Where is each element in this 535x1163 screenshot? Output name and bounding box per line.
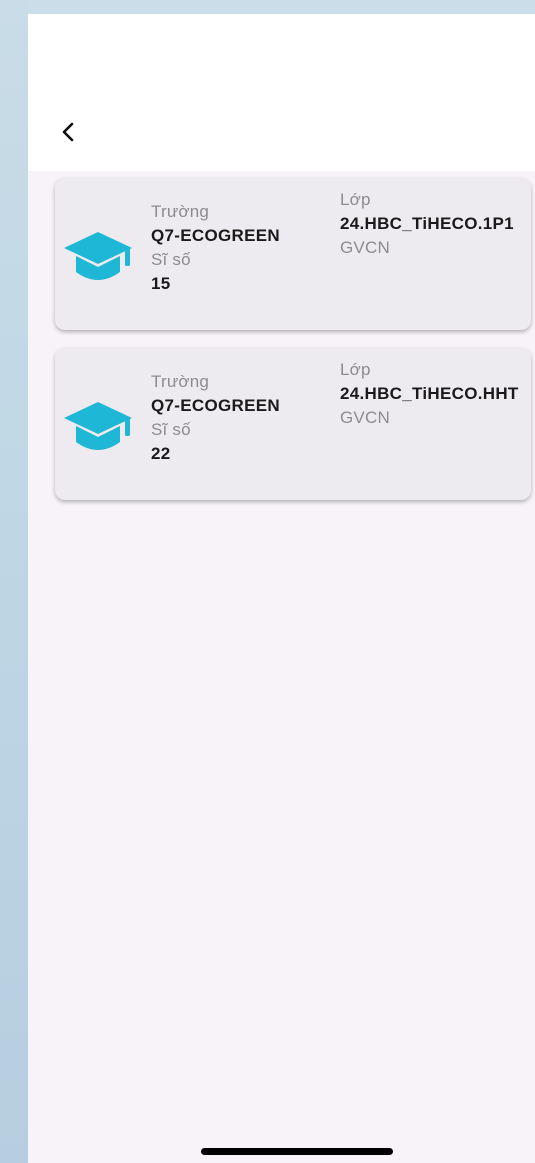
school-info: Trường Q7-ECOGREEN Sĩ số 22: [151, 370, 321, 466]
school-info: Trường Q7-ECOGREEN Sĩ số 15: [151, 200, 321, 296]
school-label: Trường: [151, 372, 210, 391]
class-value: 24.HBC_TiHECO.1P1: [340, 214, 514, 233]
school-value: Q7-ECOGREEN: [151, 396, 280, 415]
class-info: Lớp 24.HBC_TiHECO.1P1 GVCN: [340, 188, 530, 260]
back-button[interactable]: [50, 114, 86, 150]
school-label: Trường: [151, 202, 210, 221]
homeroom-teacher-label: GVCN: [340, 408, 390, 427]
class-size-label: Sĩ số: [151, 420, 191, 439]
app-bar: [28, 14, 535, 171]
class-card[interactable]: Trường Q7-ECOGREEN Sĩ số 22 Lớp 24.HBC_T…: [55, 348, 531, 500]
class-value: 24.HBC_TiHECO.HHT: [340, 384, 519, 403]
class-info: Lớp 24.HBC_TiHECO.HHT GVCN: [340, 358, 530, 430]
home-indicator[interactable]: [201, 1148, 393, 1155]
class-size-value: 15: [151, 274, 171, 293]
app-screen: Trường Q7-ECOGREEN Sĩ số 15 Lớp 24.HBC_T…: [28, 14, 535, 1163]
class-size-value: 22: [151, 444, 171, 463]
class-card[interactable]: Trường Q7-ECOGREEN Sĩ số 15 Lớp 24.HBC_T…: [55, 178, 531, 330]
class-label: Lớp: [340, 360, 371, 379]
class-size-label: Sĩ số: [151, 250, 191, 269]
homeroom-teacher-label: GVCN: [340, 238, 390, 257]
school-value: Q7-ECOGREEN: [151, 226, 280, 245]
chevron-left-icon: [62, 122, 74, 142]
class-label: Lớp: [340, 190, 371, 209]
window-backdrop-left: [0, 0, 28, 1163]
graduation-cap-icon: [64, 402, 132, 450]
window-backdrop-top: [0, 0, 535, 14]
graduation-cap-icon: [64, 232, 132, 280]
